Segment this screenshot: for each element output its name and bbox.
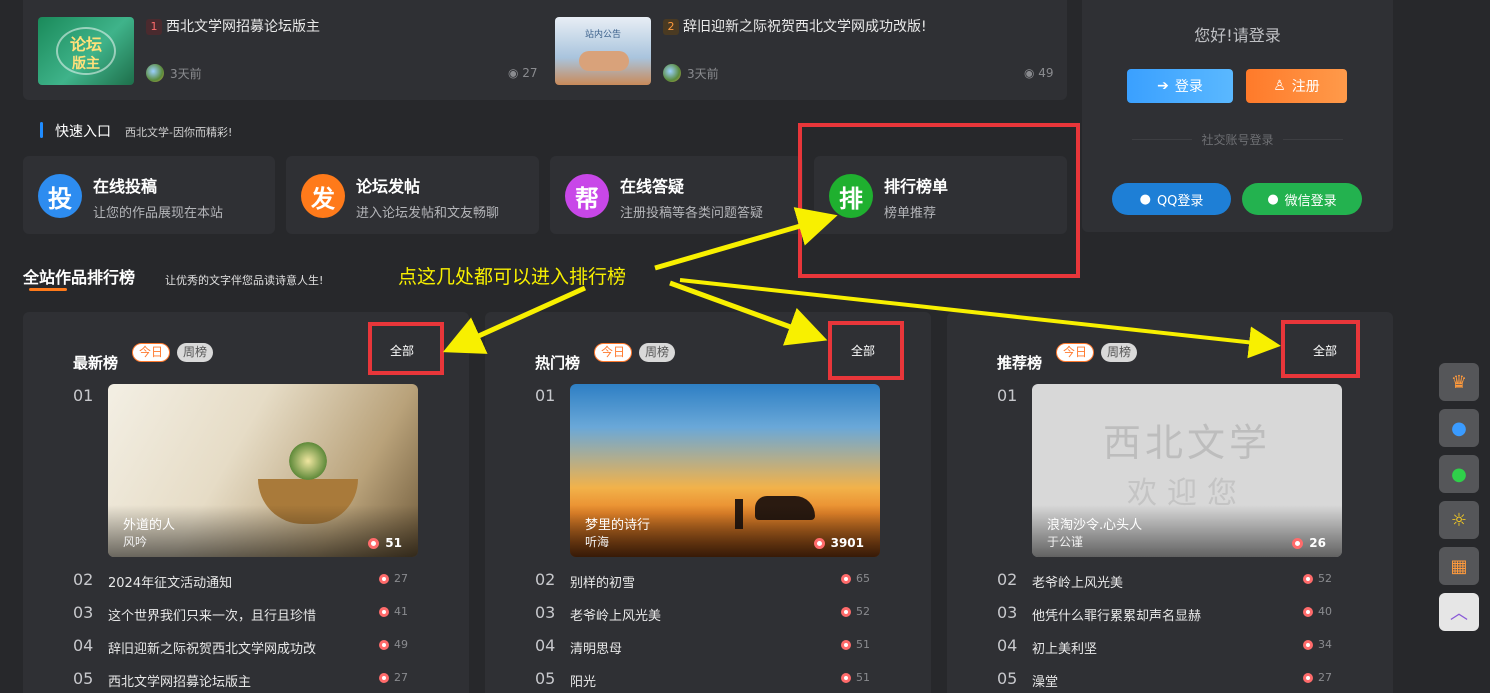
wechat-icon[interactable]: ●	[1439, 455, 1479, 493]
crown-icon[interactable]: ♛	[1439, 363, 1479, 401]
qrcode-icon[interactable]: ▦	[1439, 547, 1479, 585]
annotation-arrows	[442, 207, 1281, 359]
sun-theme-icon[interactable]: ☼	[1439, 501, 1479, 539]
chevron-up-icon[interactable]: ︿	[1439, 593, 1479, 631]
chat-bubbles-icon[interactable]: ●	[1439, 409, 1479, 447]
